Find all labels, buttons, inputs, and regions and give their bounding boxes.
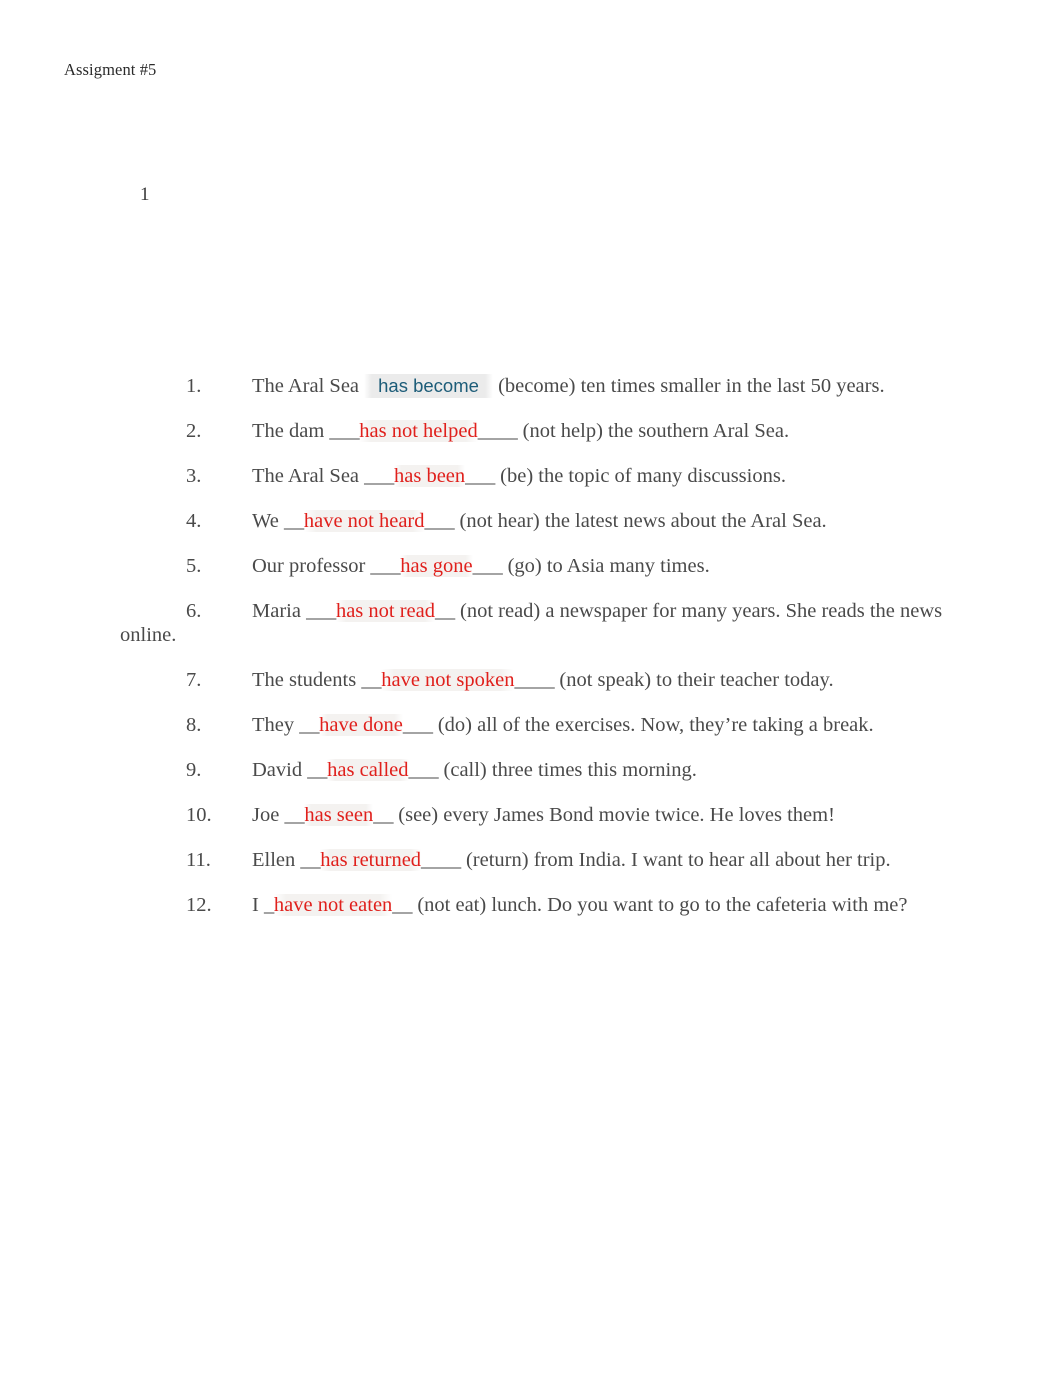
- blank-line-after: ____: [514, 669, 555, 691]
- blank-line-after: __: [392, 894, 413, 916]
- blank-line-after: ___: [424, 510, 455, 532]
- exercise-item: 7. The students __have not spoken____ (no…: [186, 668, 986, 692]
- exercise-sentence: We __have not heard___ (not hear) the la…: [252, 510, 827, 532]
- exercise-number: 5.: [186, 555, 202, 577]
- blank-line-before: _: [263, 894, 274, 916]
- blank-line-after: ___: [465, 465, 496, 487]
- blank-line-before: __: [283, 510, 304, 532]
- student-answer[interactable]: has gone: [400, 555, 473, 577]
- sentence-suffix: (be) the topic of many discussions.: [495, 465, 786, 487]
- blank-line-after: ___: [402, 714, 433, 736]
- blank-line-after: ____: [421, 849, 461, 871]
- blank-line-after: ____: [477, 420, 518, 442]
- blank-line-after: __: [434, 600, 455, 622]
- student-answer[interactable]: have not heard: [303, 510, 425, 532]
- blank-line-after: ___: [472, 555, 503, 577]
- blank-line-before: __: [307, 759, 328, 781]
- blank-line-before: ___: [370, 555, 401, 577]
- sentence-prefix: The Aral Sea: [252, 465, 365, 487]
- exercise-sentence: Joe __has seen__ (see) every James Bond …: [252, 804, 835, 826]
- exercise-number: 9.: [186, 759, 202, 781]
- exercise-list: 1. The Aral Sea has become (become) ten t…: [120, 374, 986, 938]
- exercise-item: 2. The dam ___has not helped____ (not hel…: [186, 419, 986, 443]
- exercise-sentence: Ellen __has returned____ (return) from I…: [252, 849, 891, 871]
- exercise-number: 6.: [186, 600, 202, 622]
- sentence-suffix: (see) every James Bond movie twice. He l…: [393, 804, 835, 826]
- student-answer[interactable]: has been: [394, 465, 466, 487]
- sentence-suffix: (return) from India. I want to hear all …: [460, 849, 891, 871]
- exercise-item: 10. Joe __has seen__ (see) every James Bo…: [186, 803, 986, 827]
- exercise-sentence: The students __have not spoken____ (not …: [252, 669, 834, 691]
- sentence-prefix: Maria: [252, 600, 307, 622]
- exercise-item: 12. I _have not eaten__ (not eat) lunch. …: [186, 893, 986, 917]
- exercise-number: 12.: [186, 894, 212, 916]
- exercise-number: 8.: [186, 714, 202, 736]
- blank-line-after: __: [373, 804, 394, 826]
- student-answer[interactable]: has returned: [320, 849, 422, 871]
- exercise-sentence: Maria ___has not read__ (not read) a new…: [252, 600, 942, 622]
- student-answer[interactable]: has not helped: [359, 420, 478, 442]
- sentence-suffix: (not help) the southern Aral Sea.: [517, 420, 790, 442]
- student-answer[interactable]: has called: [327, 759, 409, 781]
- exercise-item: 8. They __have done___ (do) all of the ex…: [186, 713, 986, 737]
- sentence-suffix: (become) ten times smaller in the last 5…: [492, 375, 885, 397]
- blank-line-after: ___: [408, 759, 439, 781]
- exercise-number: 4.: [186, 510, 202, 532]
- exercise-number: 11.: [186, 849, 211, 871]
- sentence-prefix: Joe: [252, 804, 285, 826]
- sentence-prefix: David: [252, 759, 308, 781]
- exercise-sentence: The Aral Sea ___has been___ (be) the top…: [252, 465, 786, 487]
- exercise-item: 6. Maria ___has not read__ (not read) a n…: [120, 599, 986, 647]
- sentence-wrapped-tail: online.: [120, 624, 177, 646]
- student-answer[interactable]: has not read: [335, 600, 435, 622]
- sentence-prefix: The Aral Sea: [252, 375, 365, 397]
- page-number-label: 1: [140, 184, 150, 205]
- sentence-prefix: The dam: [252, 420, 330, 442]
- student-answer[interactable]: have not spoken: [381, 669, 515, 691]
- sentence-suffix: (do) all of the exercises. Now, they’re …: [432, 714, 874, 736]
- document-header-title: Assigment #5: [64, 60, 157, 79]
- blank-line-before: ___: [306, 600, 336, 622]
- sentence-prefix: Ellen: [252, 849, 301, 871]
- exercise-sentence: Our professor ___has gone___ (go) to Asi…: [252, 555, 710, 577]
- sentence-suffix: (not hear) the latest news about the Ara…: [454, 510, 827, 532]
- blank-line-before: __: [300, 849, 321, 871]
- exercise-sentence: I _have not eaten__ (not eat) lunch. Do …: [252, 894, 907, 916]
- blank-line-before: ___: [364, 465, 394, 487]
- blank-line-before: ___: [329, 420, 360, 442]
- exercise-item: 4. We __have not heard___ (not hear) the …: [186, 509, 986, 533]
- student-answer[interactable]: have not eaten: [273, 894, 393, 916]
- exercise-item: 1. The Aral Sea has become (become) ten t…: [186, 374, 986, 398]
- exercise-number: 2.: [186, 420, 202, 442]
- sentence-prefix: I: [252, 894, 264, 916]
- sentence-prefix: The students: [252, 669, 362, 691]
- exercise-item: 5. Our professor ___has gone___ (go) to A…: [186, 554, 986, 578]
- exercise-item: 11. Ellen __has returned____ (return) fro…: [186, 848, 986, 872]
- blank-line-before: __: [299, 714, 320, 736]
- exercise-number: 3.: [186, 465, 202, 487]
- sentence-prefix: They: [252, 714, 300, 736]
- exercise-sentence: They __have done___ (do) all of the exer…: [252, 714, 874, 736]
- exercise-item: 3. The Aral Sea ___has been___ (be) the t…: [186, 464, 986, 488]
- student-answer[interactable]: has seen: [304, 804, 374, 826]
- exercise-sentence: David __has called___ (call) three times…: [252, 759, 697, 781]
- document-page: Assigment #5 1 1. The Aral Sea has become…: [0, 0, 1062, 1377]
- sentence-suffix: (not read) a newspaper for many years. S…: [454, 600, 943, 622]
- blank-line-before: __: [361, 669, 382, 691]
- exercise-number: 10.: [186, 804, 212, 826]
- blank-line-before: __: [284, 804, 305, 826]
- student-answer[interactable]: has become: [364, 374, 493, 398]
- exercise-number: 1.: [186, 375, 202, 397]
- sentence-prefix: Our professor: [252, 555, 371, 577]
- student-answer[interactable]: have done: [319, 714, 403, 736]
- exercise-sentence: The Aral Sea has become (become) ten tim…: [252, 374, 885, 398]
- exercise-number: 7.: [186, 669, 202, 691]
- sentence-suffix: (not speak) to their teacher today.: [554, 669, 834, 691]
- sentence-prefix: We: [252, 510, 284, 532]
- exercise-sentence: The dam ___has not helped____ (not help)…: [252, 420, 789, 442]
- sentence-suffix: (not eat) lunch. Do you want to go to th…: [412, 894, 908, 916]
- sentence-suffix: (go) to Asia many times.: [502, 555, 710, 577]
- sentence-suffix: (call) three times this morning.: [438, 759, 697, 781]
- exercise-item: 9. David __has called___ (call) three tim…: [186, 758, 986, 782]
